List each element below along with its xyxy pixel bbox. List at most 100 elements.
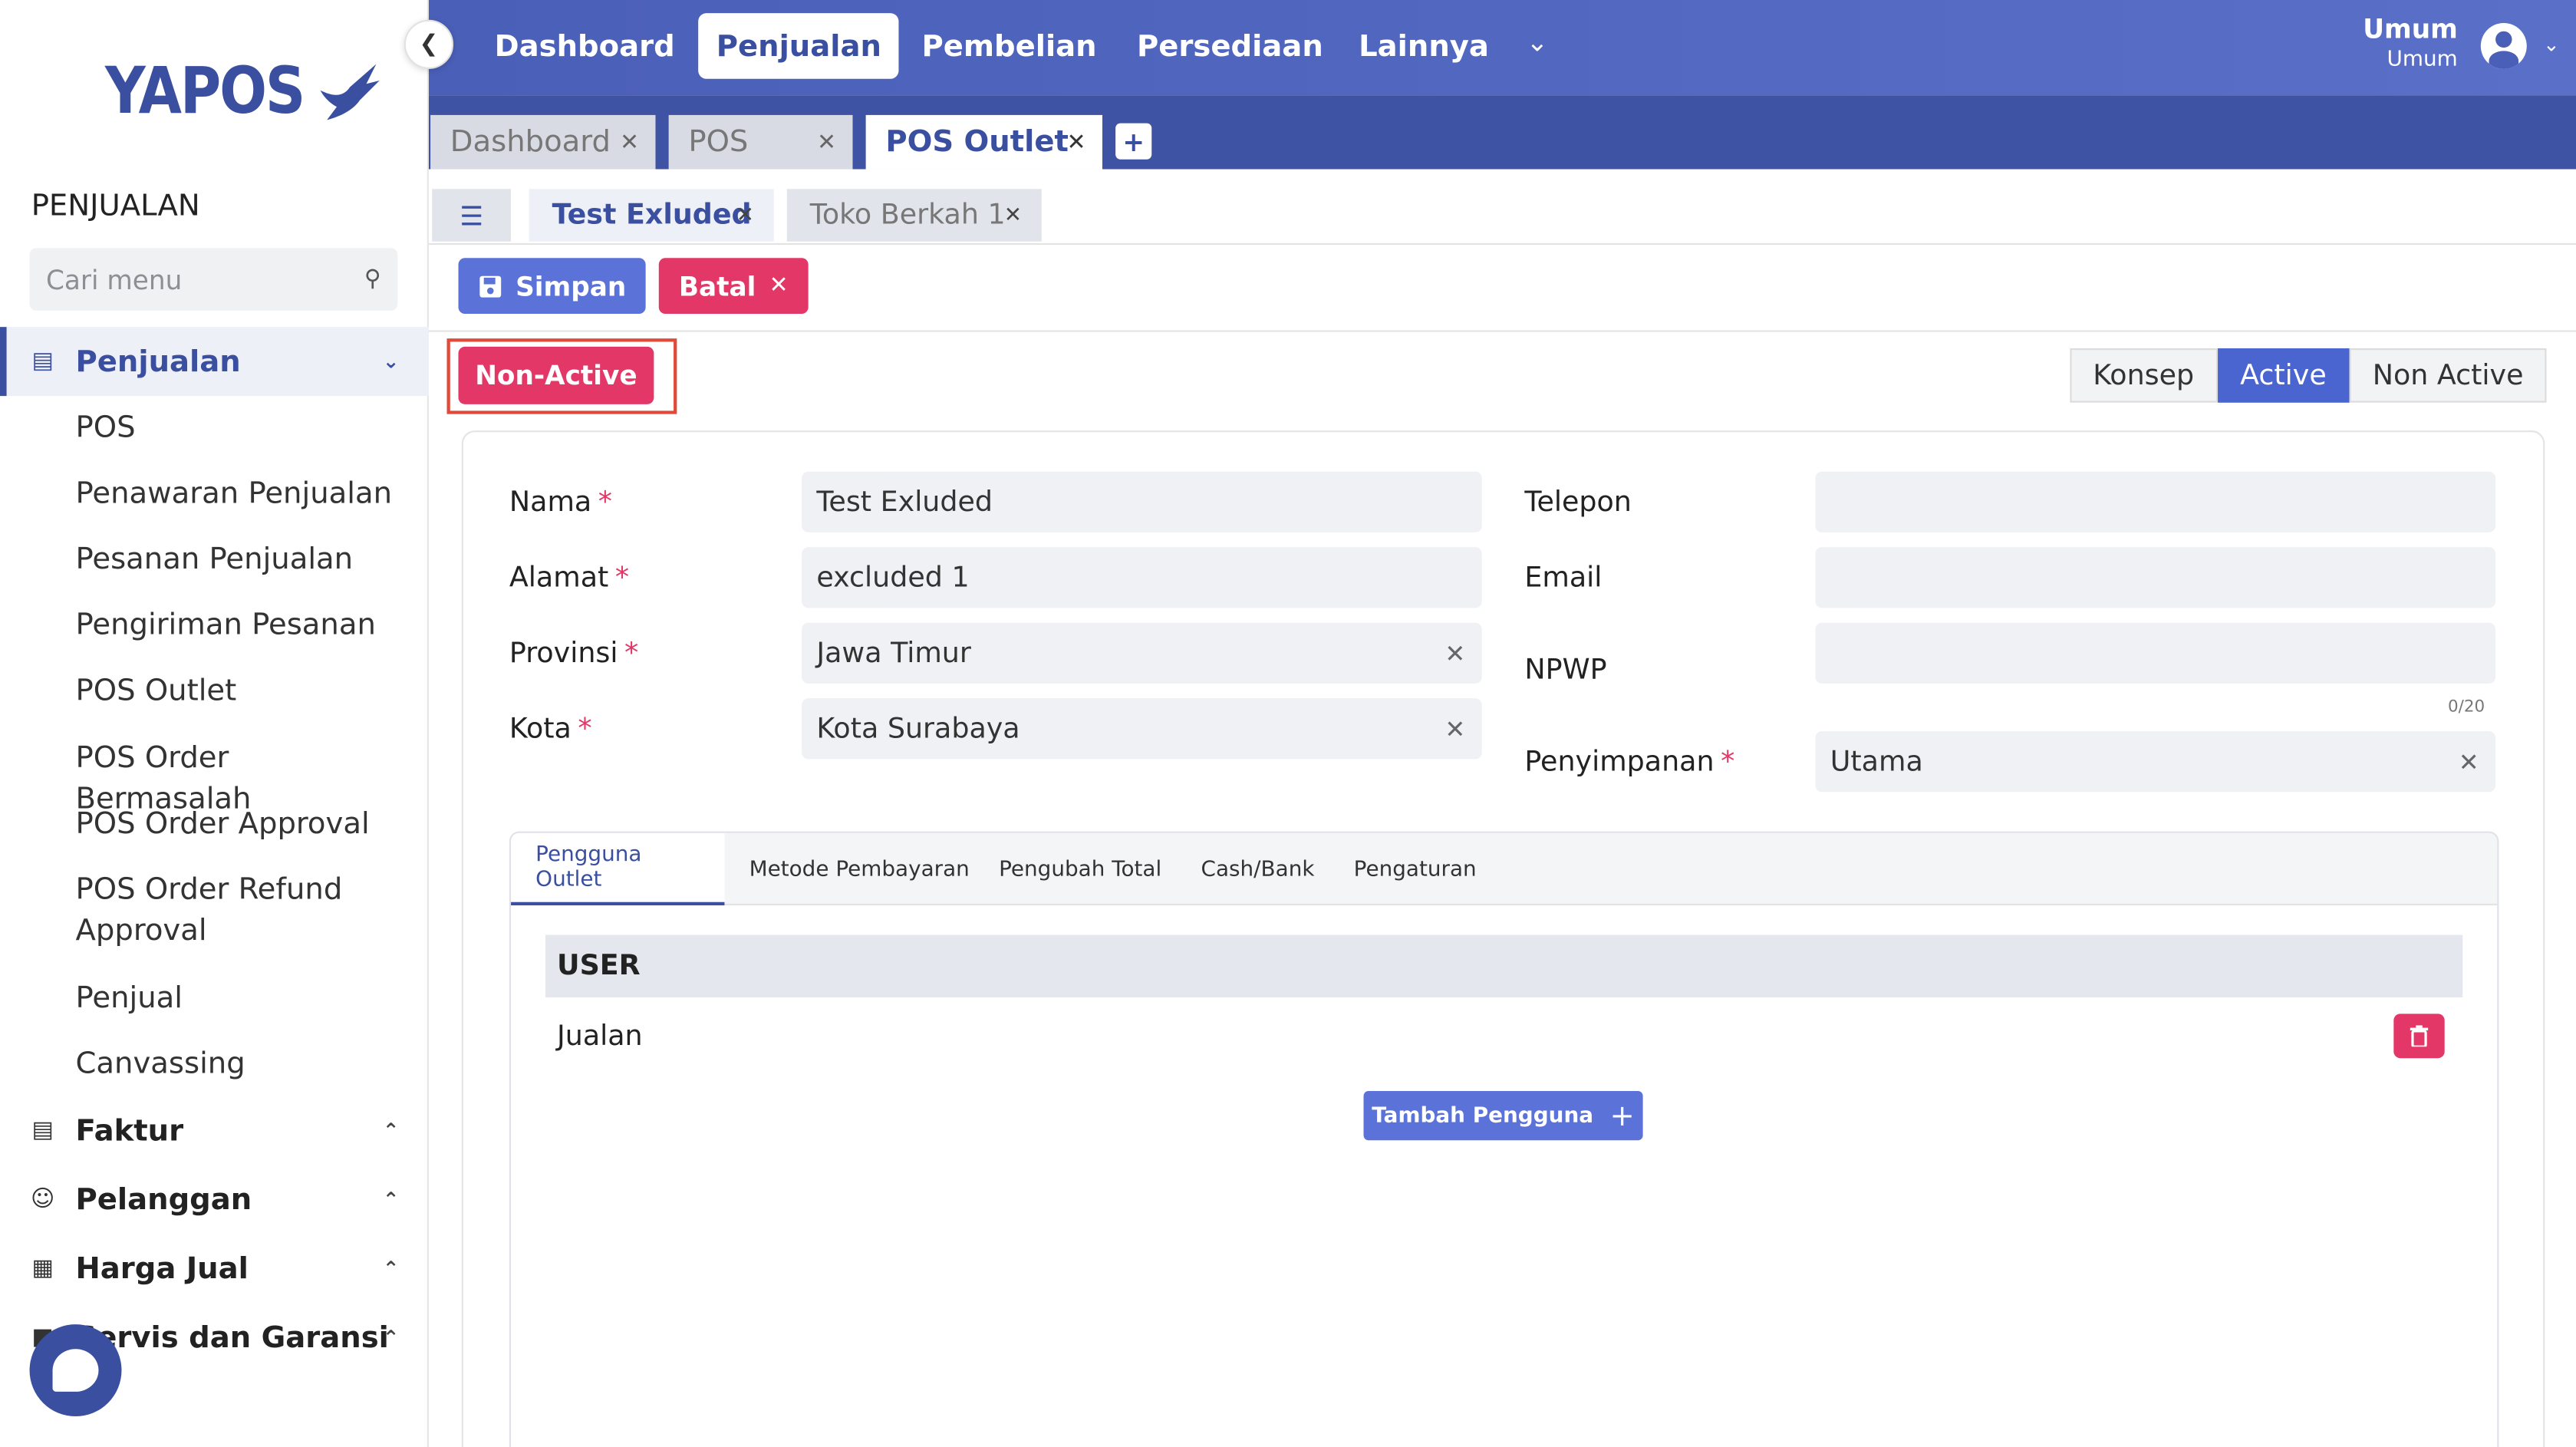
kota-select[interactable]: Kota Surabaya ✕ xyxy=(802,698,1482,760)
close-icon: ✕ xyxy=(769,272,789,299)
save-label: Simpan xyxy=(516,270,627,302)
sidebar-item-pos-order-refund-approval[interactable]: POS Order Refund Approval xyxy=(76,869,371,951)
delete-user-button[interactable] xyxy=(2393,1014,2445,1059)
tab-label: Dashboard xyxy=(450,124,611,160)
status-stepper: Konsep Active Non Active xyxy=(2070,348,2547,403)
close-icon[interactable]: ✕ xyxy=(1066,129,1085,155)
window-tab-pos[interactable]: POS ✕ xyxy=(668,114,853,170)
sidebar-item-pos-order-approval[interactable]: POS Order Approval xyxy=(76,803,404,845)
cancel-button[interactable]: Batal ✕ xyxy=(658,258,809,315)
nama-field[interactable]: Test Exluded xyxy=(802,471,1482,532)
sidebar-item-pos-outlet[interactable]: POS Outlet xyxy=(76,671,404,712)
sidebar-item-penawaran-penjualan[interactable]: Penawaran Penjualan xyxy=(76,473,404,515)
window-tab-dashboard[interactable]: Dashboard ✕ xyxy=(430,114,656,170)
sidebar-group-label: Penjualan xyxy=(75,344,241,379)
menu-search-input[interactable] xyxy=(45,263,342,295)
sidebar-group-penjualan[interactable]: ▤ Penjualan ⌄ xyxy=(0,327,429,397)
window-tab-pos-outlet[interactable]: POS Outlet ✕ xyxy=(865,114,1103,170)
tab-pengaturan[interactable]: Pengaturan xyxy=(1329,833,1501,905)
form-toolbar: Simpan Batal ✕ xyxy=(428,245,2576,332)
status-row: Non-Active Konsep Active Non Active xyxy=(429,332,2576,427)
step-konsep[interactable]: Konsep xyxy=(2070,348,2218,403)
list-view-button[interactable]: ☰ xyxy=(432,189,512,242)
step-active[interactable]: Active xyxy=(2217,348,2350,403)
tab-label: POS Outlet xyxy=(885,124,1069,160)
kota-value: Kota Surabaya xyxy=(816,712,1020,746)
clear-icon[interactable]: ✕ xyxy=(1444,638,1465,668)
clear-icon[interactable]: ✕ xyxy=(1444,714,1465,744)
tab-pengguna-outlet[interactable]: Pengguna Outlet xyxy=(511,832,725,906)
chevron-up-icon: ⌃ xyxy=(382,1257,400,1281)
detail-tabs-card: Pengguna Outlet Metode Pembayaran Pengub… xyxy=(509,831,2499,1447)
sidebar-group-label: Servis dan Garansi xyxy=(75,1320,389,1355)
tab-cash-bank[interactable]: Cash/Bank xyxy=(1176,833,1339,905)
add-tab-button[interactable]: + xyxy=(1115,123,1152,160)
search-icon: ⚲ xyxy=(364,265,381,293)
nama-label: Nama * xyxy=(509,486,613,519)
topnav-penjualan[interactable]: Penjualan xyxy=(698,13,900,79)
tab-label: Test Exluded xyxy=(552,199,752,232)
collapse-sidebar-button[interactable]: ❮ xyxy=(404,19,454,69)
avatar[interactable] xyxy=(2480,22,2527,69)
alamat-field[interactable]: excluded 1 xyxy=(802,547,1482,608)
npwp-field[interactable] xyxy=(1815,622,2496,684)
sidebar-item-penjual[interactable]: Penjual xyxy=(76,977,404,1019)
save-button[interactable]: Simpan xyxy=(458,258,646,315)
sidebar-group-label: Faktur xyxy=(75,1112,184,1148)
sidebar-item-pengiriman-pesanan[interactable]: Pengiriman Pesanan xyxy=(76,605,404,646)
cancel-label: Batal xyxy=(678,270,756,302)
sidebar: YAPOS ❮ PENJUALAN ⚲ ▤ Penjualan ⌄ POS Pe… xyxy=(0,0,454,1447)
add-user-button[interactable]: Tambah Pengguna + xyxy=(1363,1091,1643,1141)
close-icon[interactable]: ✕ xyxy=(620,129,639,155)
menu-search[interactable]: ⚲ xyxy=(29,248,398,311)
sidebar-item-pos[interactable]: POS xyxy=(76,407,404,449)
sidebar-item-canvassing[interactable]: Canvassing xyxy=(76,1043,404,1085)
window-tab-bar: Dashboard ✕ POS ✕ POS Outlet ✕ + xyxy=(428,95,2576,170)
user-info[interactable]: Umum Umum xyxy=(2363,13,2458,72)
chevron-up-icon: ⌃ xyxy=(382,1326,400,1350)
table-row: Jualan xyxy=(557,1020,643,1053)
sidebar-group-faktur[interactable]: ▤ Faktur ⌃ xyxy=(0,1098,429,1164)
outlet-form-card: Nama * Test Exluded Alamat * excluded 1 Pr… xyxy=(461,430,2545,1447)
logo-text: YAPOS xyxy=(105,54,305,130)
chevron-down-icon: ⌄ xyxy=(382,350,400,374)
email-label: Email xyxy=(1524,562,1603,595)
add-user-label: Tambah Pengguna xyxy=(1372,1103,1594,1129)
non-active-button[interactable]: Non-Active xyxy=(458,346,654,404)
penyimpanan-select[interactable]: Utama ✕ xyxy=(1815,731,2496,793)
sidebar-group-pelanggan[interactable]: ☺ Pelanggan ⌃ xyxy=(0,1167,429,1233)
sidebar-group-harga-jual[interactable]: ▦ Harga Jual ⌃ xyxy=(0,1235,429,1301)
penyimpanan-label: Penyimpanan * xyxy=(1524,746,1735,780)
topnav-lainnya[interactable]: Lainnya xyxy=(1341,13,1507,79)
save-icon xyxy=(479,275,501,297)
tab-label: Toko Berkah 1 xyxy=(809,199,1006,232)
topnav-dashboard[interactable]: Dashboard xyxy=(476,13,693,79)
sidebar-item-pesanan-penjualan[interactable]: Pesanan Penjualan xyxy=(76,539,404,580)
chevron-up-icon: ⌃ xyxy=(382,1119,400,1142)
email-field[interactable] xyxy=(1815,547,2496,608)
yapos-logo[interactable]: YAPOS xyxy=(105,53,383,132)
user-menu-chevron-icon[interactable]: ⌄ xyxy=(2543,33,2560,56)
record-tab-toko-berkah-1[interactable]: Toko Berkah 1 ✕ xyxy=(786,189,1042,242)
telepon-label: Telepon xyxy=(1524,486,1632,519)
user-table-header: USER xyxy=(545,934,2463,997)
more-menu-chevron-icon[interactable]: ⌄ xyxy=(1527,26,1549,58)
npwp-char-counter: 0/20 xyxy=(2447,698,2485,717)
provinsi-select[interactable]: Jawa Timur ✕ xyxy=(802,622,1482,684)
record-tab-test-exluded[interactable]: Test Exluded ✕ xyxy=(529,189,774,242)
tab-pengubah-total[interactable]: Pengubah Total xyxy=(974,833,1186,905)
sidebar-heading: PENJUALAN xyxy=(31,189,200,224)
topnav-persediaan[interactable]: Persediaan xyxy=(1118,13,1341,79)
close-icon[interactable]: ✕ xyxy=(817,129,836,155)
clear-icon[interactable]: ✕ xyxy=(2459,747,2479,776)
chat-widget-button[interactable] xyxy=(29,1324,122,1417)
sidebar-group-label: Harga Jual xyxy=(75,1251,249,1286)
close-icon[interactable]: ✕ xyxy=(736,203,754,227)
step-non-active[interactable]: Non Active xyxy=(2349,348,2547,403)
close-icon[interactable]: ✕ xyxy=(1004,203,1022,227)
bird-icon xyxy=(320,64,380,120)
topnav-pembelian[interactable]: Pembelian xyxy=(904,13,1115,79)
user-role: Umum xyxy=(2387,48,2458,73)
telepon-field[interactable] xyxy=(1815,471,2496,532)
tab-metode-pembayaran[interactable]: Metode Pembayaran xyxy=(724,833,993,905)
